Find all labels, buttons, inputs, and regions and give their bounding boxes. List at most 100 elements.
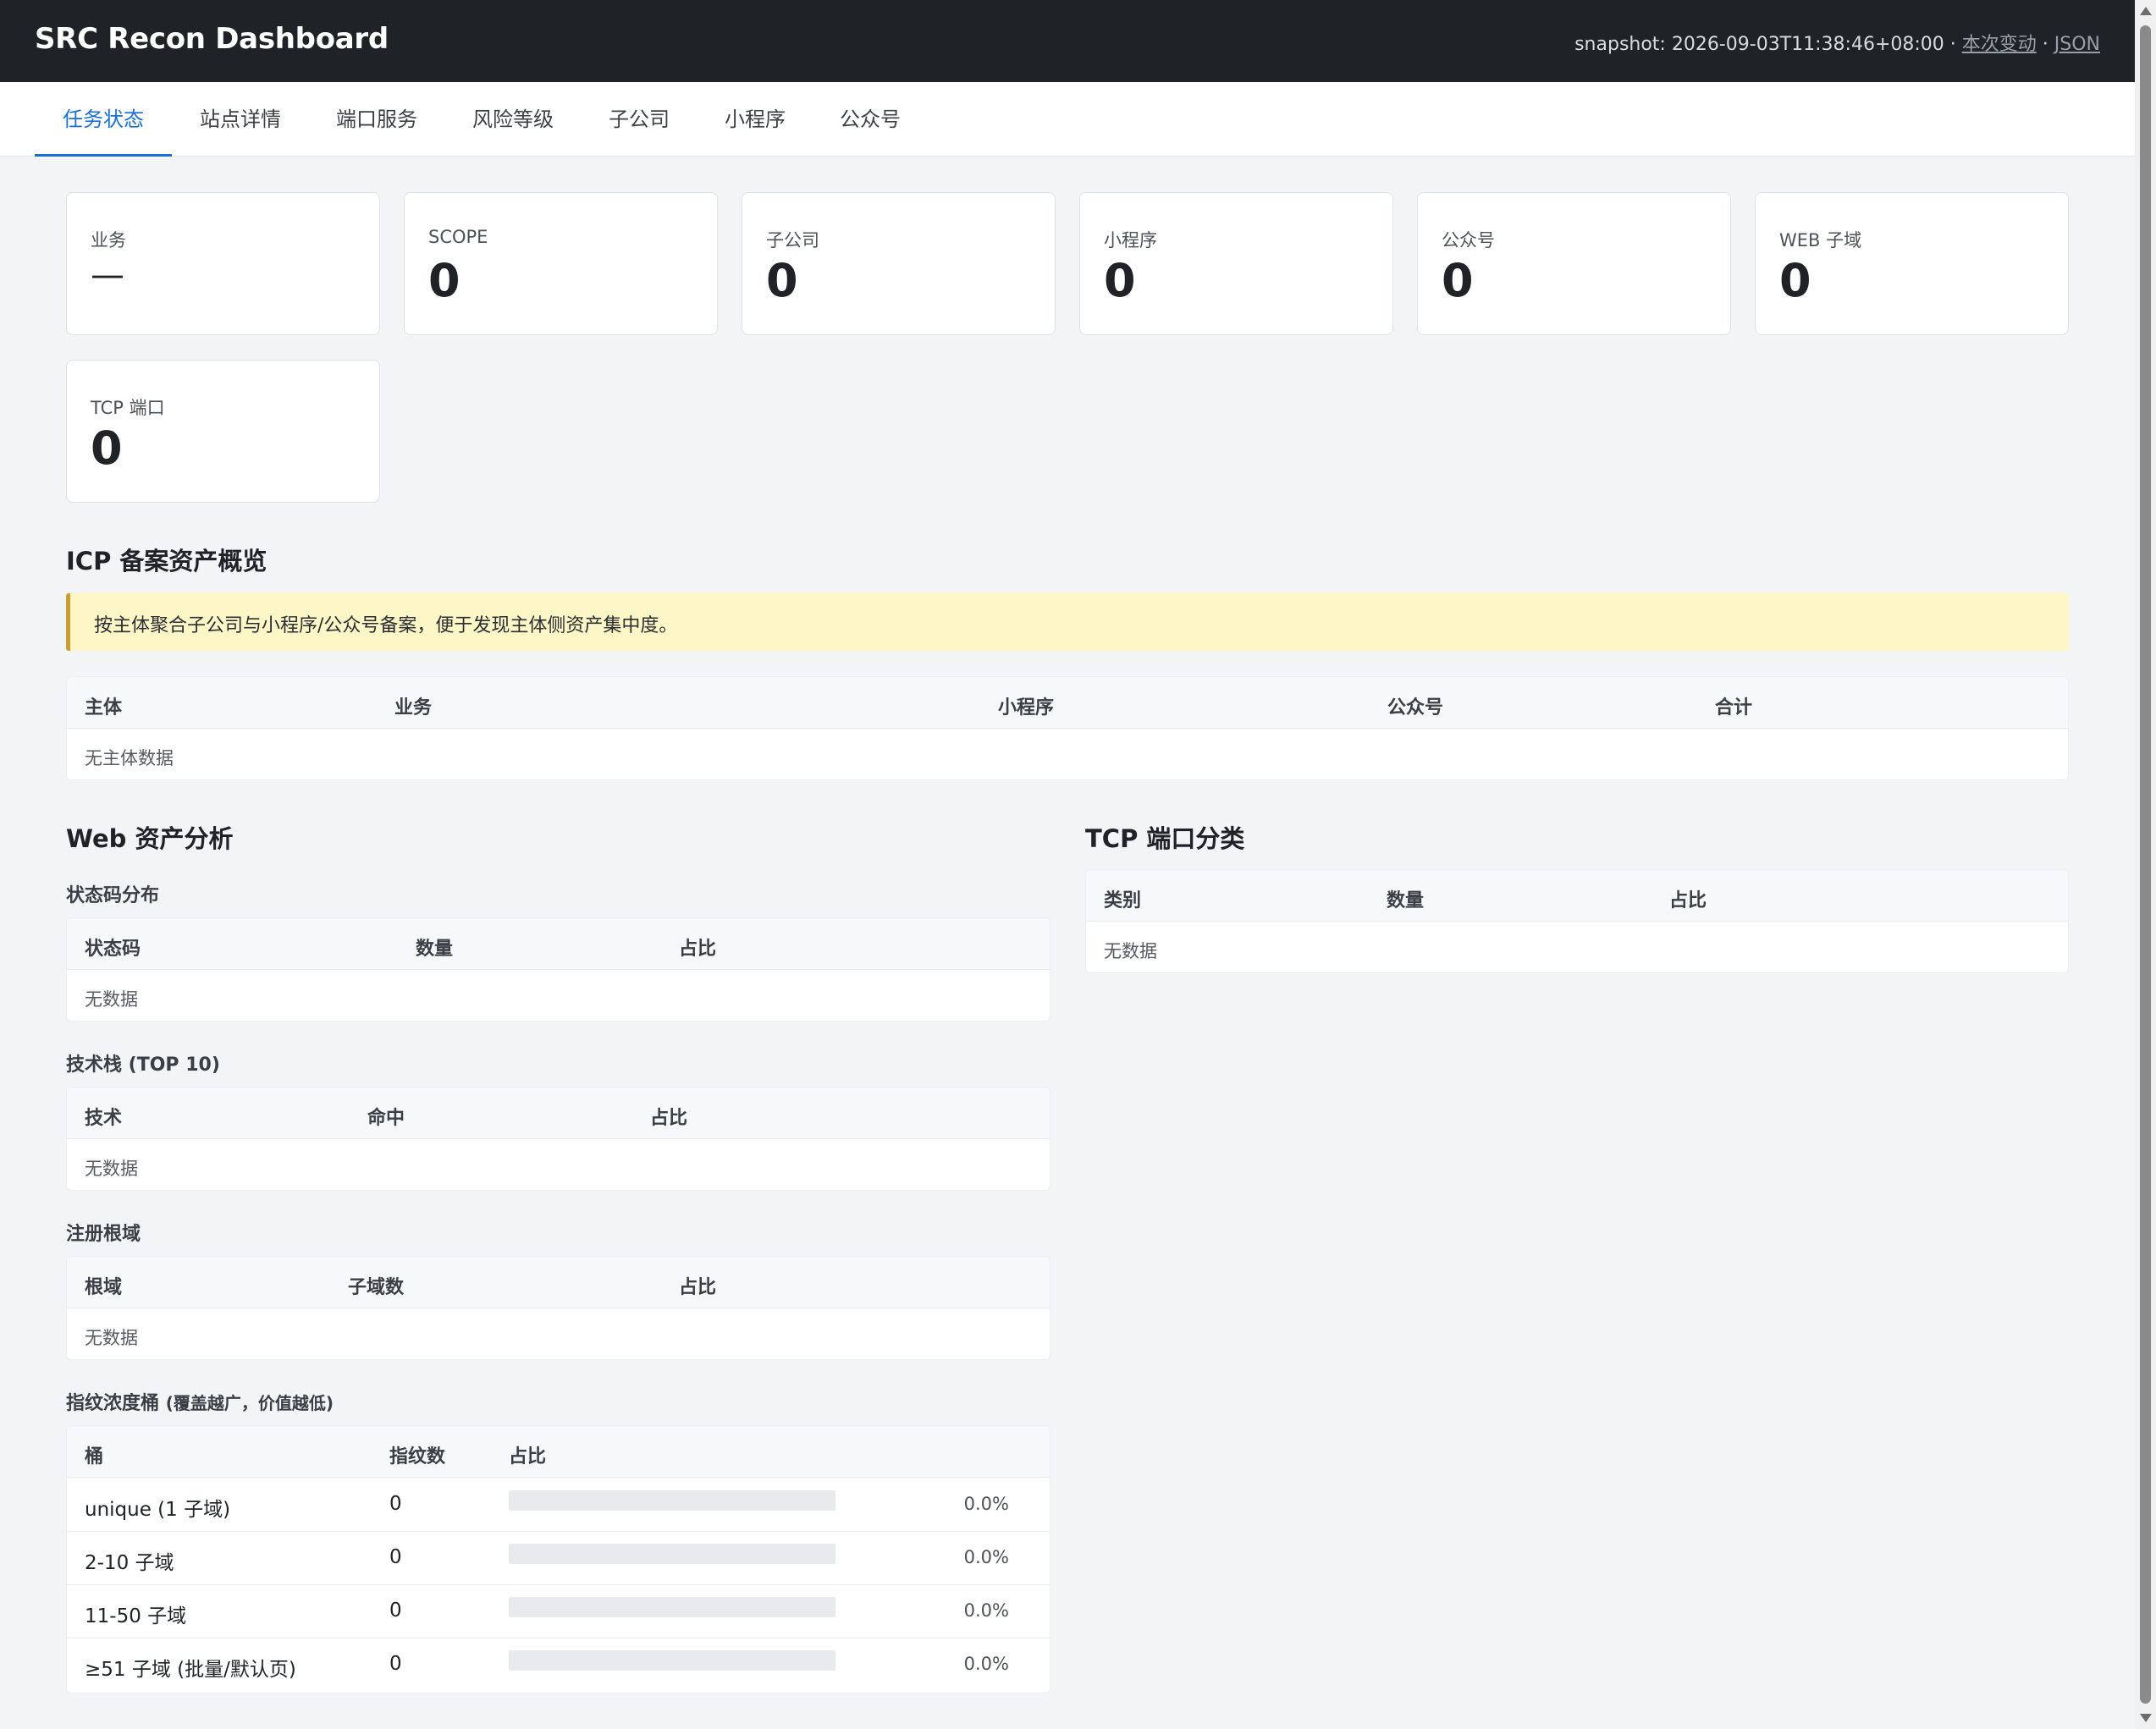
- stat-value: 0: [428, 254, 460, 307]
- fingerprint-table: 桶 指纹数 占比 unique (1 子域) 0 0.0% 2-10 子域 0 …: [66, 1425, 1050, 1693]
- stat-value: 0: [91, 421, 123, 475]
- stat-card-subsidiaries: 子公司 0: [742, 192, 1056, 335]
- stat-label: WEB 子域: [1779, 230, 1862, 251]
- stat-card-mini-programs: 小程序 0: [1079, 192, 1393, 335]
- top-bar: SRC Recon Dashboard snapshot: 2026-09-03…: [0, 0, 2135, 82]
- ratio-text: 0.0%: [963, 1654, 1009, 1674]
- bucket-cell: unique (1 子域): [85, 1499, 231, 1521]
- stat-label: 小程序: [1104, 230, 1157, 251]
- table-row: unique (1 子域) 0 0.0%: [67, 1478, 1050, 1532]
- tab-port-services[interactable]: 端口服务: [322, 82, 432, 157]
- table-header: 主体 业务 小程序 公众号 合计: [67, 677, 2068, 729]
- changes-link[interactable]: 本次变动: [1962, 34, 2037, 55]
- column-header: 占比: [679, 939, 717, 960]
- root-domain-title: 注册根域: [66, 1224, 141, 1245]
- column-header: 状态码: [85, 939, 141, 960]
- column-header: 占比: [1669, 890, 1707, 911]
- column-header: 子域数: [348, 1277, 405, 1298]
- scroll-down-arrow-icon[interactable]: [2140, 1714, 2152, 1722]
- stat-value: 0: [1779, 254, 1811, 307]
- table-header: 状态码 数量 占比: [67, 918, 1050, 970]
- count-cell: 0: [389, 1493, 402, 1515]
- column-header: 数量: [1387, 890, 1425, 911]
- fingerprint-subtitle: (覆盖越广，价值越低): [165, 1393, 334, 1413]
- table-row: ≥51 子域 (批量/默认页) 0 0.0%: [67, 1638, 1050, 1692]
- tab-task-status[interactable]: 任务状态: [35, 82, 172, 157]
- column-header: 技术: [85, 1108, 123, 1129]
- column-header: 类别: [1104, 890, 1142, 911]
- column-header: 占比: [650, 1108, 688, 1129]
- fingerprint-title: 指纹浓度桶 (覆盖越广，价值越低): [66, 1388, 334, 1415]
- table-header: 根域 子域数 占比: [67, 1257, 1050, 1308]
- table-header: 技术 命中 占比: [67, 1088, 1050, 1139]
- stat-label: TCP 端口: [91, 398, 165, 418]
- empty-message: 无主体数据: [85, 748, 174, 768]
- column-header: 占比: [679, 1277, 717, 1298]
- stat-value: 0: [1104, 254, 1136, 307]
- icp-notice-text: 按主体聚合子公司与小程序/公众号备案，便于发现主体侧资产集中度。: [94, 615, 678, 636]
- ratio-bar: [509, 1544, 835, 1564]
- empty-message: 无数据: [1104, 941, 1157, 961]
- ratio-text: 0.0%: [963, 1600, 1009, 1621]
- tcp-category-table: 类别 数量 占比 无数据: [1085, 869, 2069, 973]
- tcp-section-title: TCP 端口分类: [1085, 824, 1245, 853]
- bucket-cell: 11-50 子域: [85, 1605, 187, 1627]
- column-header: 公众号: [1387, 697, 1444, 719]
- scroll-thumb[interactable]: [2140, 25, 2151, 1704]
- empty-message: 无数据: [85, 989, 138, 1010]
- ratio-text: 0.0%: [963, 1547, 1009, 1567]
- page-scrollbar[interactable]: [2135, 0, 2156, 1729]
- stat-value: 0: [766, 254, 798, 307]
- table-row: 2-10 子域 0 0.0%: [67, 1532, 1050, 1585]
- table-header: 类别 数量 占比: [1086, 870, 2068, 922]
- fingerprint-rows: unique (1 子域) 0 0.0% 2-10 子域 0 0.0% 11-5…: [67, 1478, 1050, 1693]
- column-header: 桶: [85, 1446, 104, 1467]
- count-cell: 0: [389, 1600, 402, 1622]
- ratio-bar: [509, 1650, 835, 1671]
- icp-table: 主体 业务 小程序 公众号 合计 无主体数据: [66, 676, 2069, 780]
- count-cell: 0: [389, 1653, 402, 1675]
- stat-card-web-subdomains: WEB 子域 0: [1755, 192, 2069, 335]
- tab-site-details[interactable]: 站点详情: [185, 82, 295, 157]
- stat-card-official-accounts: 公众号 0: [1417, 192, 1731, 335]
- stat-value: 0: [1442, 254, 1474, 307]
- icp-notice: 按主体聚合子公司与小程序/公众号备案，便于发现主体侧资产集中度。: [66, 593, 2069, 651]
- status-code-title: 状态码分布: [66, 885, 160, 906]
- column-header: 根域: [85, 1277, 123, 1298]
- column-header: 业务: [394, 697, 433, 719]
- stat-card-scope: SCOPE 0: [404, 192, 718, 335]
- ratio-text: 0.0%: [963, 1494, 1009, 1514]
- stat-value: —: [91, 256, 124, 295]
- snapshot-info: snapshot: 2026-09-03T11:38:46+08:00 · 本次…: [1574, 29, 2100, 56]
- separator: ·: [2036, 34, 2054, 55]
- web-section-title: Web 资产分析: [66, 824, 234, 853]
- stat-card-business: 业务 —: [66, 192, 380, 335]
- empty-message: 无数据: [85, 1328, 138, 1348]
- column-header: 指纹数: [389, 1446, 446, 1467]
- ratio-bar: [509, 1597, 835, 1617]
- column-header: 小程序: [998, 697, 1055, 719]
- stat-card-tcp-ports: TCP 端口 0: [66, 360, 380, 503]
- ratio-bar: [509, 1490, 835, 1511]
- icp-section-title: ICP 备案资产概览: [66, 547, 267, 575]
- stat-label: 业务: [91, 230, 126, 251]
- app-title: SRC Recon Dashboard: [35, 22, 389, 56]
- tab-risk-level[interactable]: 风险等级: [458, 82, 568, 157]
- fingerprint-title-text: 指纹浓度桶: [66, 1393, 160, 1414]
- column-header: 命中: [367, 1108, 405, 1129]
- scroll-up-arrow-icon[interactable]: [2140, 7, 2152, 15]
- json-link[interactable]: JSON: [2054, 34, 2100, 55]
- bucket-cell: ≥51 子域 (批量/默认页): [85, 1659, 296, 1681]
- empty-message: 无数据: [85, 1159, 138, 1179]
- count-cell: 0: [389, 1546, 402, 1568]
- tab-bar: 任务状态 站点详情 端口服务 风险等级 子公司 小程序 公众号: [0, 82, 2135, 157]
- stat-label: 子公司: [766, 230, 819, 251]
- root-domain-table: 根域 子域数 占比 无数据: [66, 1256, 1050, 1360]
- tab-official-accounts[interactable]: 公众号: [826, 82, 914, 157]
- tab-subsidiaries[interactable]: 子公司: [595, 82, 683, 157]
- status-code-table: 状态码 数量 占比 无数据: [66, 917, 1050, 1021]
- column-header: 占比: [509, 1446, 547, 1467]
- tech-stack-table: 技术 命中 占比 无数据: [66, 1087, 1050, 1191]
- tab-mini-programs[interactable]: 小程序: [711, 82, 799, 157]
- table-header: 桶 指纹数 占比: [67, 1426, 1050, 1478]
